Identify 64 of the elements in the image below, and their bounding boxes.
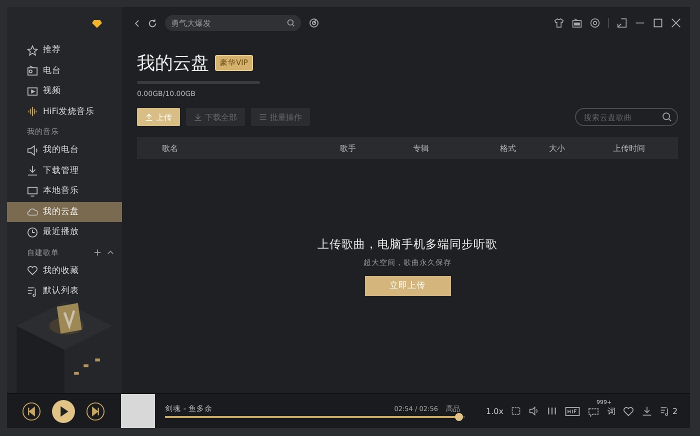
- column-header: 大小: [549, 142, 566, 154]
- column-header: 上传时间: [613, 142, 645, 154]
- sidebar-item[interactable]: 我的收藏: [7, 260, 122, 281]
- list-icon: [259, 113, 267, 121]
- close-icon[interactable]: [671, 18, 681, 28]
- album-cover-placeholder: [121, 394, 155, 428]
- download-icon[interactable]: [642, 406, 652, 416]
- search-icon: [287, 19, 295, 27]
- star-icon: [27, 44, 38, 56]
- sound-wave-icon: [27, 106, 38, 118]
- diamond-icon: [92, 20, 102, 28]
- equalizer-icon[interactable]: [547, 406, 558, 416]
- cloud-icon: [27, 206, 38, 218]
- playlist-icon[interactable]: [660, 406, 670, 416]
- collapse-icon[interactable]: [107, 249, 114, 256]
- volume-icon[interactable]: [529, 406, 540, 416]
- listen-identify-icon[interactable]: [309, 18, 319, 28]
- heart-icon: [27, 265, 38, 276]
- column-header: 格式: [500, 142, 517, 154]
- column-header: 歌名: [162, 142, 179, 154]
- column-header: 歌手: [340, 142, 357, 154]
- playlist-count: 2: [672, 406, 678, 416]
- download-icon: [27, 165, 38, 176]
- sidebar-item[interactable]: 默认列表: [7, 281, 122, 302]
- sidebar-item[interactable]: 视频: [7, 81, 122, 102]
- page-title: 我的云盘: [137, 52, 209, 75]
- mini-mode-icon[interactable]: [617, 18, 627, 28]
- radio-icon: [27, 65, 38, 76]
- settings-icon[interactable]: [590, 18, 600, 28]
- previous-icon[interactable]: [22, 402, 41, 420]
- clock-icon: [27, 226, 38, 238]
- sidebar-item[interactable]: 本地音乐: [7, 181, 122, 202]
- add-icon[interactable]: [94, 249, 101, 256]
- speaker-icon: [27, 144, 38, 156]
- fm-radio-icon[interactable]: [572, 18, 582, 28]
- column-header: 专辑: [413, 142, 430, 154]
- maximize-icon[interactable]: [653, 18, 663, 28]
- search-field[interactable]: 勇气大爆发: [165, 15, 301, 31]
- upload-icon: [145, 113, 153, 121]
- hifi-icon[interactable]: [565, 406, 580, 416]
- sidebar-item[interactable]: HiFi发烧音乐: [7, 102, 122, 122]
- sidebar-item[interactable]: 推荐: [7, 40, 122, 60]
- speed-button[interactable]: 1.0x: [486, 406, 504, 416]
- search-icon: [662, 112, 672, 122]
- download-icon: [194, 113, 202, 121]
- back-icon[interactable]: [134, 18, 140, 28]
- next-icon[interactable]: [86, 402, 105, 420]
- monitor-icon: [27, 186, 38, 197]
- sidebar-item[interactable]: 电台: [7, 60, 122, 81]
- comment-icon[interactable]: [588, 406, 600, 416]
- video-icon: [27, 86, 38, 97]
- progress-handle[interactable]: [455, 413, 463, 421]
- playlist-icon: [27, 286, 38, 297]
- shirt-icon[interactable]: [554, 18, 564, 28]
- desktop-lyrics-icon[interactable]: [511, 406, 522, 416]
- play-icon[interactable]: [52, 400, 75, 422]
- sidebar-item[interactable]: 下载管理: [7, 160, 122, 181]
- sidebar-item[interactable]: 我的电台: [7, 140, 122, 160]
- sidebar-item[interactable]: 我的云盘: [7, 202, 122, 222]
- heart-icon[interactable]: [623, 406, 634, 416]
- lyrics-button[interactable]: 词: [607, 406, 616, 416]
- refresh-icon[interactable]: [148, 18, 157, 28]
- sidebar-item[interactable]: 最近播放: [7, 222, 122, 242]
- empty-state-title: 上传歌曲，电脑手机多端同步听歌: [318, 236, 498, 252]
